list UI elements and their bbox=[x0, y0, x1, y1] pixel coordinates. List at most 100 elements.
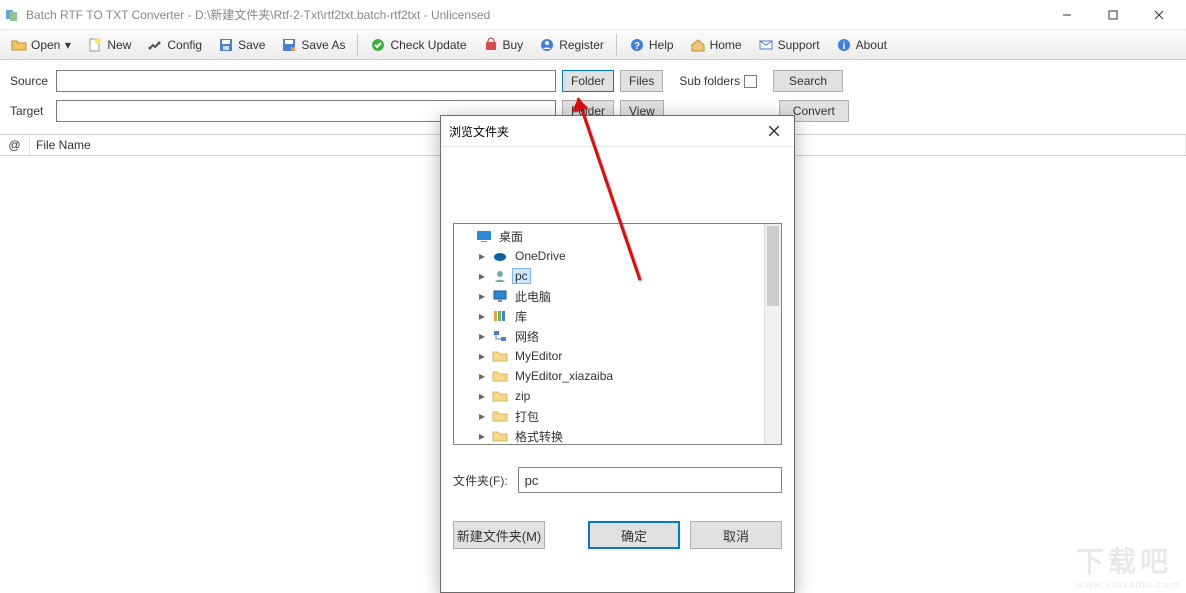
tree-scrollbar[interactable] bbox=[764, 224, 781, 444]
config-label: Config bbox=[167, 38, 202, 52]
source-row: Source Folder Files Sub folders Search bbox=[10, 70, 1176, 92]
tree-item-desktop[interactable]: 桌面 bbox=[456, 226, 781, 246]
expander-icon[interactable]: ▸ bbox=[476, 290, 488, 302]
folder-icon bbox=[492, 348, 508, 364]
folder-icon bbox=[492, 368, 508, 384]
subfolders-label: Sub folders bbox=[679, 74, 740, 88]
window-title: Batch RTF TO TXT Converter - D:\新建文件夹\Rt… bbox=[26, 6, 1044, 23]
check-icon bbox=[370, 37, 386, 53]
desktop-icon bbox=[476, 228, 492, 244]
open-label: Open bbox=[31, 38, 60, 52]
home-button[interactable]: Home bbox=[683, 33, 749, 57]
expander-icon[interactable]: ▸ bbox=[476, 310, 488, 322]
browse-folder-dialog: 浏览文件夹 桌面 ▸ OneDrive ▸ pc ▸ bbox=[440, 115, 795, 593]
open-icon bbox=[11, 37, 27, 53]
buy-icon bbox=[483, 37, 499, 53]
titlebar: Batch RTF TO TXT Converter - D:\新建文件夹\Rt… bbox=[0, 0, 1186, 30]
help-button[interactable]: ? Help bbox=[622, 33, 681, 57]
open-button[interactable]: Open ▾ bbox=[4, 33, 78, 57]
expander-icon[interactable]: ▸ bbox=[476, 330, 488, 342]
cancel-button[interactable]: 取消 bbox=[690, 521, 782, 549]
saveas-label: Save As bbox=[301, 38, 345, 52]
cloud-icon bbox=[492, 248, 508, 264]
saveas-icon bbox=[281, 37, 297, 53]
saveas-button[interactable]: Save As bbox=[274, 33, 352, 57]
folder-name-input[interactable]: pc bbox=[518, 467, 782, 493]
home-label: Home bbox=[710, 38, 742, 52]
register-button[interactable]: Register bbox=[532, 33, 611, 57]
folder-tree[interactable]: 桌面 ▸ OneDrive ▸ pc ▸ 此电脑 ▸ 库 bbox=[453, 223, 782, 445]
chevron-down-icon[interactable]: ▾ bbox=[64, 37, 71, 53]
svg-text:?: ? bbox=[634, 41, 640, 52]
close-button[interactable] bbox=[1136, 0, 1182, 30]
toolbar-separator bbox=[616, 34, 617, 56]
dialog-close-button[interactable] bbox=[762, 119, 786, 143]
check-label: Check Update bbox=[390, 38, 466, 52]
folder-icon bbox=[492, 388, 508, 404]
config-icon bbox=[147, 37, 163, 53]
source-files-button[interactable]: Files bbox=[620, 70, 663, 92]
toolbar: Open ▾ New Config Save Save As Check Upd… bbox=[0, 30, 1186, 60]
expander-icon[interactable]: ▸ bbox=[476, 430, 488, 442]
maximize-button[interactable] bbox=[1090, 0, 1136, 30]
tree-item-folder[interactable]: ▸ MyEditor_xiazaiba bbox=[456, 366, 781, 386]
new-label: New bbox=[107, 38, 131, 52]
dialog-title: 浏览文件夹 bbox=[449, 123, 509, 140]
tree-item-folder[interactable]: ▸ MyEditor bbox=[456, 346, 781, 366]
config-button[interactable]: Config bbox=[140, 33, 209, 57]
register-icon bbox=[539, 37, 555, 53]
toolbar-separator bbox=[357, 34, 358, 56]
expander-icon[interactable]: ▸ bbox=[476, 250, 488, 262]
save-label: Save bbox=[238, 38, 265, 52]
tree-item-onedrive[interactable]: ▸ OneDrive bbox=[456, 246, 781, 266]
support-label: Support bbox=[778, 38, 820, 52]
source-input[interactable] bbox=[56, 70, 556, 92]
about-label: About bbox=[856, 38, 887, 52]
tree-item-folder[interactable]: ▸ 格式转换 bbox=[456, 426, 781, 445]
folder-icon bbox=[492, 408, 508, 424]
tree-item-thispc[interactable]: ▸ 此电脑 bbox=[456, 286, 781, 306]
support-button[interactable]: Support bbox=[751, 33, 827, 57]
network-icon bbox=[492, 328, 508, 344]
monitor-icon bbox=[492, 288, 508, 304]
check-update-button[interactable]: Check Update bbox=[363, 33, 473, 57]
new-button[interactable]: New bbox=[80, 33, 138, 57]
expander-icon[interactable]: ▸ bbox=[476, 370, 488, 382]
expander-icon[interactable]: ▸ bbox=[476, 410, 488, 422]
about-icon: i bbox=[836, 37, 852, 53]
new-icon bbox=[87, 37, 103, 53]
user-icon bbox=[492, 268, 508, 284]
folder-field-label: 文件夹(F): bbox=[453, 472, 508, 489]
tree-item-libs[interactable]: ▸ 库 bbox=[456, 306, 781, 326]
minimize-button[interactable] bbox=[1044, 0, 1090, 30]
save-button[interactable]: Save bbox=[211, 33, 272, 57]
source-label: Source bbox=[10, 74, 50, 88]
register-label: Register bbox=[559, 38, 604, 52]
expander-icon[interactable]: ▸ bbox=[476, 390, 488, 402]
expander-icon[interactable]: ▸ bbox=[476, 270, 488, 282]
tree-item-folder[interactable]: ▸ 打包 bbox=[456, 406, 781, 426]
buy-button[interactable]: Buy bbox=[476, 33, 531, 57]
help-label: Help bbox=[649, 38, 674, 52]
tree-item-pc[interactable]: ▸ pc bbox=[456, 266, 781, 286]
help-icon: ? bbox=[629, 37, 645, 53]
new-folder-button[interactable]: 新建文件夹(M) bbox=[453, 521, 545, 549]
search-button[interactable]: Search bbox=[773, 70, 843, 92]
list-col-index[interactable]: @ bbox=[0, 135, 30, 155]
about-button[interactable]: i About bbox=[829, 33, 894, 57]
tree-item-folder[interactable]: ▸ zip bbox=[456, 386, 781, 406]
watermark: 下载吧 www.xiazaiba.com bbox=[1076, 540, 1180, 591]
ok-button[interactable]: 确定 bbox=[588, 521, 680, 549]
subfolders-checkbox[interactable] bbox=[744, 75, 757, 88]
tree-item-network[interactable]: ▸ 网络 bbox=[456, 326, 781, 346]
app-icon bbox=[4, 7, 20, 23]
source-folder-button[interactable]: Folder bbox=[562, 70, 614, 92]
expander-icon[interactable]: ▸ bbox=[476, 350, 488, 362]
svg-text:i: i bbox=[842, 41, 845, 52]
save-icon bbox=[218, 37, 234, 53]
home-icon bbox=[690, 37, 706, 53]
target-label: Target bbox=[10, 104, 50, 118]
library-icon bbox=[492, 308, 508, 324]
buy-label: Buy bbox=[503, 38, 524, 52]
folder-icon bbox=[492, 428, 508, 444]
